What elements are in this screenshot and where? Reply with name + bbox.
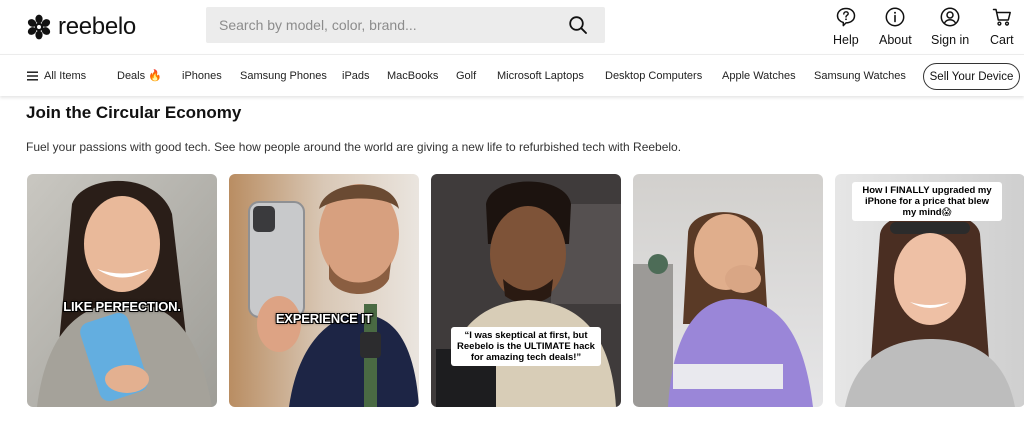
- sign-in-label: Sign in: [931, 33, 970, 47]
- video-card-2[interactable]: EXPERIENCE IT: [229, 174, 419, 407]
- about-label: About: [879, 33, 912, 47]
- nav-item-golf[interactable]: Golf: [456, 55, 476, 97]
- video-card-5[interactable]: How I FINALLY upgraded my iPhone for a p…: [835, 174, 1024, 407]
- search-icon[interactable]: [567, 14, 589, 36]
- help-label: Help: [833, 33, 859, 47]
- nav-item-desktop-computers[interactable]: Desktop Computers: [605, 55, 702, 97]
- nav-item-microsoft-laptops[interactable]: Microsoft Laptops: [497, 55, 584, 97]
- section-description: Fuel your passions with good tech. See h…: [26, 140, 682, 154]
- nav-item-samsung-watches[interactable]: Samsung Watches: [814, 55, 906, 97]
- flower-logo-icon: [27, 14, 51, 40]
- cart-icon: [992, 8, 1011, 26]
- info-icon: [885, 7, 905, 27]
- logo-text: reebelo: [58, 13, 136, 40]
- reebelo-logo[interactable]: reebelo: [26, 12, 136, 42]
- video-thumbnail-1: [27, 174, 217, 407]
- video-thumbnail-4: [633, 174, 823, 407]
- search-bar: [206, 7, 605, 43]
- video-caption-5: How I FINALLY upgraded my iPhone for a p…: [852, 182, 1002, 221]
- section-title: Join the Circular Economy: [26, 103, 242, 122]
- nav-all-items-label: All Items: [44, 70, 87, 82]
- nav-item-deals[interactable]: Deals 🔥: [117, 55, 162, 97]
- sign-in-button[interactable]: Sign in: [931, 6, 969, 48]
- video-caption-1: LIKE PERFECTION.: [63, 299, 181, 314]
- video-card-4[interactable]: [633, 174, 823, 407]
- nav-item-samsung-phones[interactable]: Samsung Phones: [240, 55, 327, 97]
- nav-all-items[interactable]: All Items: [27, 55, 86, 97]
- cart-label: Cart: [990, 33, 1014, 47]
- video-caption-2: EXPERIENCE IT: [275, 311, 373, 326]
- video-card-1[interactable]: LIKE PERFECTION.: [27, 174, 217, 407]
- nav-item-ipads[interactable]: iPads: [342, 55, 370, 97]
- hamburger-menu-icon: [27, 71, 38, 81]
- video-thumbnail-3: [431, 174, 621, 407]
- help-chat-icon: [836, 7, 856, 27]
- site-header: reebelo Help About Sign in: [0, 0, 1024, 52]
- user-icon: [940, 7, 960, 27]
- nav-item-apple-watches[interactable]: Apple Watches: [722, 55, 796, 97]
- video-thumbnail-2: [229, 174, 419, 407]
- nav-item-macbooks[interactable]: MacBooks: [387, 55, 438, 97]
- video-caption-3: “I was skeptical at first, but Reebelo i…: [451, 327, 601, 366]
- help-button[interactable]: Help: [833, 6, 859, 48]
- category-nav: All Items Deals 🔥 iPhones Samsung Phones…: [0, 54, 1024, 96]
- sell-your-device-button[interactable]: Sell Your Device: [923, 63, 1020, 90]
- video-card-3[interactable]: “I was skeptical at first, but Reebelo i…: [431, 174, 621, 407]
- nav-item-iphones[interactable]: iPhones: [182, 55, 222, 97]
- cart-button[interactable]: Cart: [990, 6, 1014, 48]
- search-input[interactable]: [206, 7, 567, 43]
- about-button[interactable]: About: [879, 6, 912, 48]
